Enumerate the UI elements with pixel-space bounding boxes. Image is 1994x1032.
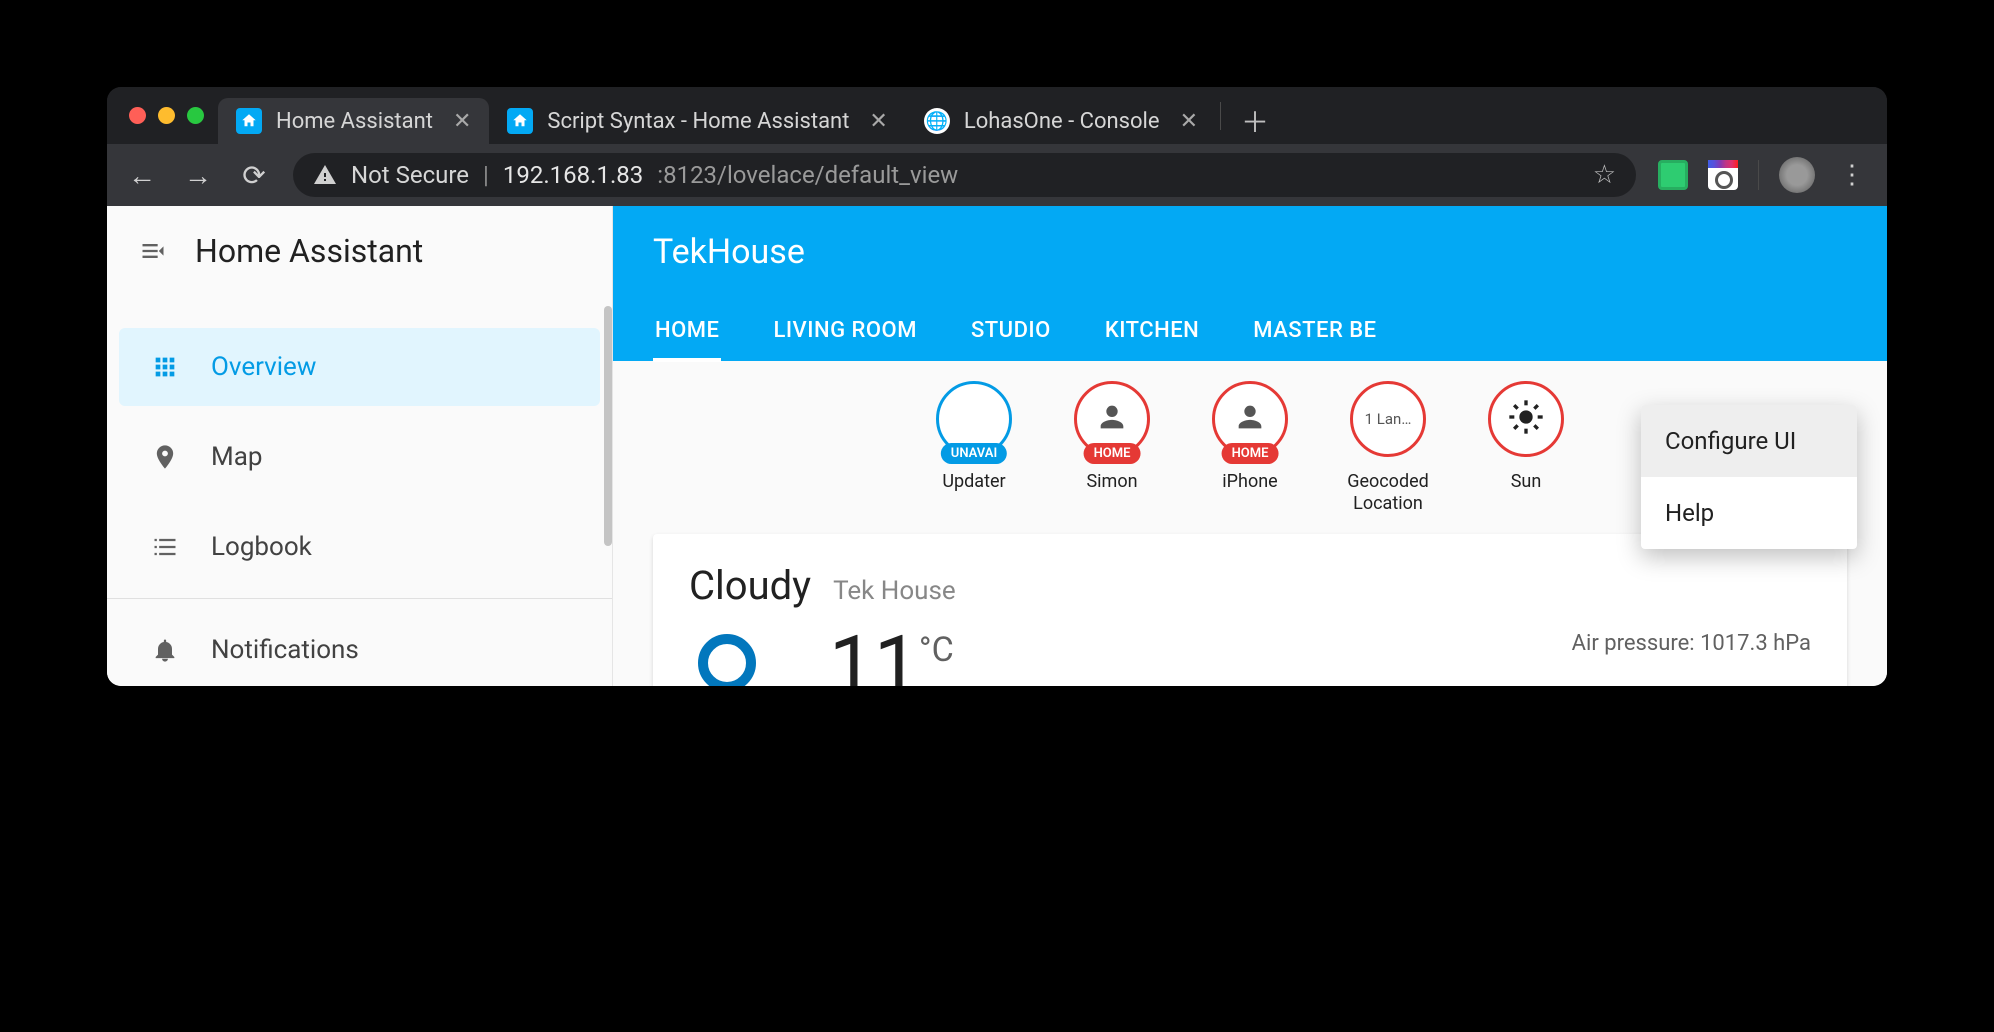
close-tab-icon[interactable]: ✕ xyxy=(1174,109,1198,134)
sidebar-item-map[interactable]: Map xyxy=(119,418,600,496)
sidebar-item-label: Logbook xyxy=(211,532,312,562)
tab-separator xyxy=(1220,102,1221,130)
view-tab-kitchen[interactable]: KITCHEN xyxy=(1103,308,1201,361)
browser-tab-0[interactable]: Home Assistant ✕ xyxy=(218,98,489,144)
overflow-menu: Configure UI Help xyxy=(1641,405,1857,549)
close-tab-icon[interactable]: ✕ xyxy=(447,109,471,134)
state-pill: UNAVAI xyxy=(941,443,1007,464)
dashboard-header: TekHouse HOME LIVING ROOM STUDIO KITCHEN… xyxy=(613,206,1887,361)
bookmark-star-icon[interactable]: ☆ xyxy=(1593,160,1616,190)
weather-location: Tek House xyxy=(833,576,956,606)
address-bar[interactable]: Not Secure | 192.168.1.83 :8123/lovelace/… xyxy=(293,153,1636,197)
sidebar-item-notifications[interactable]: Notifications xyxy=(119,611,600,686)
weather-header: Cloudy Tek House xyxy=(689,562,1811,609)
badge-circle: HOME xyxy=(1212,381,1288,457)
app-title: Home Assistant xyxy=(195,232,423,270)
url-separator: | xyxy=(483,161,489,189)
view-tab-living-room[interactable]: LIVING ROOM xyxy=(771,308,919,361)
badge-label: Updater xyxy=(942,471,1005,493)
sidebar-item-label: Overview xyxy=(211,352,316,382)
back-button[interactable]: ← xyxy=(125,159,159,192)
tab-title: Home Assistant xyxy=(276,109,433,134)
badge-iphone[interactable]: HOME iPhone xyxy=(1196,381,1304,514)
page-content: Home Assistant Overview Map xyxy=(107,206,1887,686)
url-path: :8123/lovelace/default_view xyxy=(657,161,958,189)
extensions: ⋮ xyxy=(1658,157,1869,193)
view-tab-master-be[interactable]: MASTER BE xyxy=(1251,308,1378,361)
weather-body: 11°C Air pressure: 1017.3 hPa xyxy=(689,625,1811,686)
sidebar-scrollbar[interactable] xyxy=(604,306,612,546)
url-host: 192.168.1.83 xyxy=(503,161,643,189)
window-controls xyxy=(119,87,218,144)
divider xyxy=(107,598,612,599)
view-tab-home[interactable]: HOME xyxy=(653,308,721,361)
badge-updater[interactable]: UNAVAI Updater xyxy=(920,381,1028,514)
badge-text: 1 Lan… xyxy=(1365,410,1412,428)
profile-avatar[interactable] xyxy=(1779,157,1815,193)
sidebar-items: Overview Map Logbook xyxy=(107,292,612,686)
person-icon xyxy=(1233,400,1267,438)
map-pin-icon xyxy=(149,441,181,473)
badge-label: Simon xyxy=(1086,471,1137,493)
badge-label: iPhone xyxy=(1222,471,1277,493)
not-secure-icon xyxy=(313,163,337,187)
browser-toolbar: ← → ⟳ Not Secure | 192.168.1.83 :8123/lov… xyxy=(107,144,1887,206)
collapse-sidebar-icon[interactable] xyxy=(137,235,169,267)
dashboard-title: TekHouse xyxy=(653,232,1847,308)
bell-icon xyxy=(149,634,181,666)
minimize-window-button[interactable] xyxy=(158,107,175,124)
badge-circle: HOME xyxy=(1074,381,1150,457)
extension-icon[interactable] xyxy=(1658,160,1688,190)
browser-menu-icon[interactable]: ⋮ xyxy=(1835,160,1869,190)
maximize-window-button[interactable] xyxy=(187,107,204,124)
browser-tab-2[interactable]: 🌐 LohasOne - Console ✕ xyxy=(906,98,1216,144)
close-tab-icon[interactable]: ✕ xyxy=(863,109,887,134)
separator xyxy=(1758,160,1759,190)
browser-window: Home Assistant ✕ Script Syntax - Home As… xyxy=(107,87,1887,686)
grid-icon xyxy=(149,351,181,383)
browser-tabs: Home Assistant ✕ Script Syntax - Home As… xyxy=(218,87,1875,144)
forward-button[interactable]: → xyxy=(181,159,215,192)
view-tab-studio[interactable]: STUDIO xyxy=(969,308,1053,361)
temperature: 11°C xyxy=(829,625,954,686)
badge-label: Sun xyxy=(1511,471,1542,493)
weather-card[interactable]: Cloudy Tek House 11°C Air pressure: 1017… xyxy=(653,534,1847,686)
view-tabs: HOME LIVING ROOM STUDIO KITCHEN MASTER B… xyxy=(653,308,1847,361)
titlebar: Home Assistant ✕ Script Syntax - Home As… xyxy=(107,87,1887,144)
sidebar-item-logbook[interactable]: Logbook xyxy=(119,508,600,586)
sidebar-item-overview[interactable]: Overview xyxy=(119,328,600,406)
reload-button[interactable]: ⟳ xyxy=(237,159,271,192)
home-assistant-favicon-icon xyxy=(236,108,262,134)
badge-circle: 1 Lan… xyxy=(1350,381,1426,457)
globe-favicon-icon: 🌐 xyxy=(924,108,950,134)
badge-sun[interactable]: Sun xyxy=(1472,381,1580,514)
weather-condition: Cloudy xyxy=(689,562,811,609)
cloudy-icon xyxy=(689,625,789,686)
sun-icon xyxy=(1506,397,1546,441)
air-pressure: Air pressure: 1017.3 hPa xyxy=(1572,625,1811,656)
browser-tab-1[interactable]: Script Syntax - Home Assistant ✕ xyxy=(489,98,905,144)
badge-label: Geocoded Location xyxy=(1334,471,1442,514)
home-assistant-favicon-icon xyxy=(507,108,533,134)
list-icon xyxy=(149,531,181,563)
sidebar: Home Assistant Overview Map xyxy=(107,206,613,686)
badge-circle: UNAVAI xyxy=(936,381,1012,457)
badge-circle xyxy=(1488,381,1564,457)
tab-title: Script Syntax - Home Assistant xyxy=(547,109,849,134)
state-pill: HOME xyxy=(1222,443,1279,464)
new-tab-button[interactable]: ＋ xyxy=(1225,98,1285,144)
sidebar-item-label: Notifications xyxy=(211,635,359,665)
not-secure-label: Not Secure xyxy=(351,161,469,189)
badge-simon[interactable]: HOME Simon xyxy=(1058,381,1166,514)
sidebar-item-label: Map xyxy=(211,442,262,472)
close-window-button[interactable] xyxy=(129,107,146,124)
person-icon xyxy=(1095,400,1129,438)
menu-item-configure-ui[interactable]: Configure UI xyxy=(1641,405,1857,477)
sidebar-header: Home Assistant xyxy=(107,206,612,292)
extension-icon[interactable] xyxy=(1708,160,1738,190)
menu-item-help[interactable]: Help xyxy=(1641,477,1857,549)
state-pill: HOME xyxy=(1084,443,1141,464)
tab-title: LohasOne - Console xyxy=(964,109,1160,134)
badge-geocoded-location[interactable]: 1 Lan… Geocoded Location xyxy=(1334,381,1442,514)
